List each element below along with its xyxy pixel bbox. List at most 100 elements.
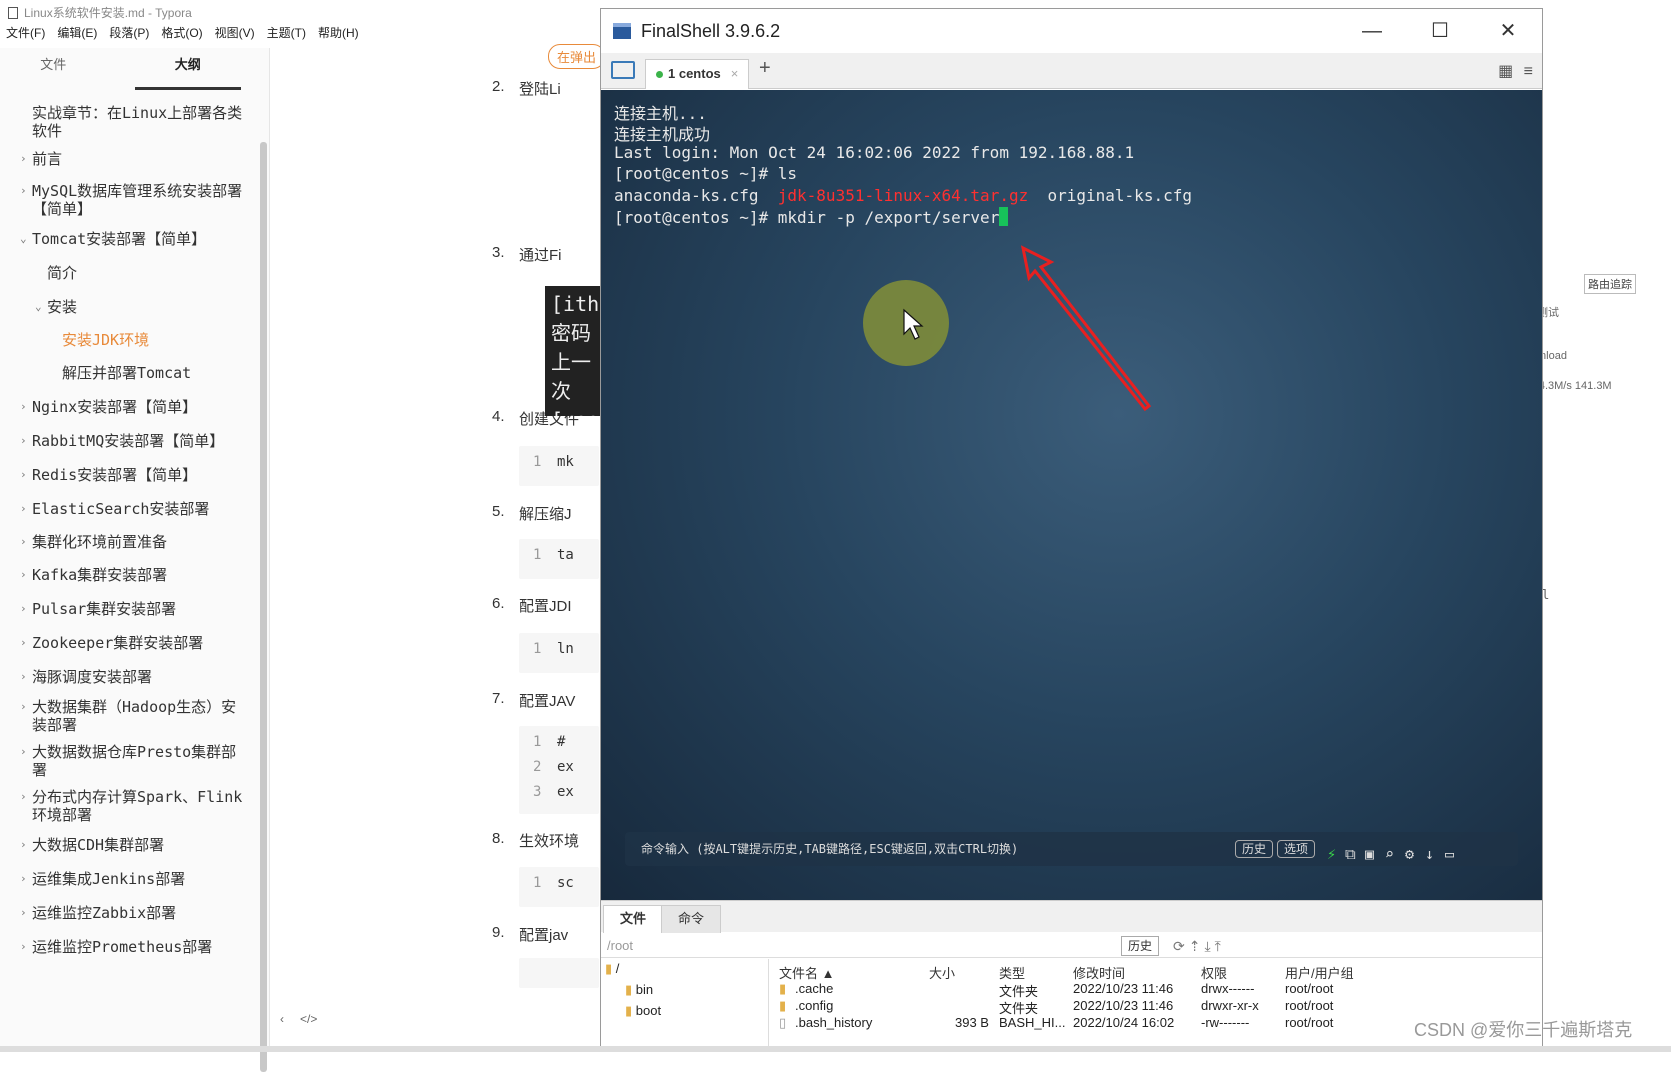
route-trace-button[interactable]: 路由追踪 (1584, 274, 1636, 294)
chevron-icon[interactable]: ⌄ (20, 230, 30, 248)
file-name[interactable]: .config (795, 998, 833, 1013)
collapse-sidebar-icon[interactable]: ‹ (280, 1012, 284, 1026)
copy-icon[interactable]: ⧉ (1345, 837, 1356, 871)
chevron-icon[interactable]: › (20, 836, 30, 854)
path-history-button[interactable]: 历史 (1121, 936, 1160, 956)
add-tab-icon[interactable]: + (759, 57, 771, 80)
folder-open-icon[interactable] (611, 61, 635, 79)
menu-view[interactable]: 视图(V) (215, 24, 255, 44)
code-text: ln (557, 641, 574, 657)
lightning-icon[interactable]: ⚡ (1327, 837, 1336, 871)
menu-edit[interactable]: 编辑(E) (57, 24, 97, 44)
typora-app-icon (8, 7, 18, 19)
tree-item[interactable]: ▮ bin (625, 982, 653, 998)
chevron-icon[interactable]: › (20, 938, 30, 956)
step-number: 2. (492, 78, 505, 95)
session-tab-label: 1 centos (668, 66, 721, 81)
search-icon[interactable]: ⌕ (1385, 837, 1394, 871)
chevron-icon[interactable]: › (20, 600, 30, 618)
path-toolbar-icons[interactable]: ⟳⇡⤓⤒ (1173, 934, 1225, 958)
file-name[interactable]: .bash_history (795, 1015, 872, 1030)
tab-commands-panel[interactable]: 命令 (661, 905, 722, 933)
maximize-button[interactable]: ☐ (1406, 9, 1474, 53)
options-button[interactable]: 选项 (1277, 840, 1316, 858)
source-mode-icon[interactable]: </> (300, 1012, 317, 1026)
command-input-bar[interactable]: 命令输入 (按ALT键提示历史,TAB键路径,ESC键返回,双击CTRL切换) … (625, 832, 1518, 866)
paste-icon[interactable]: ▣ (1365, 837, 1374, 871)
folder-icon: ▮ (625, 1003, 633, 1018)
chevron-icon[interactable]: › (20, 398, 30, 416)
chevron-icon[interactable]: › (20, 743, 30, 761)
code-block[interactable] (519, 958, 599, 988)
gear-icon[interactable]: ⚙ (1405, 837, 1414, 871)
mouse-pointer-icon (903, 308, 924, 340)
code-block[interactable]: 1 ln (519, 633, 599, 673)
window-icon[interactable]: ▭ (1445, 837, 1454, 871)
terminal[interactable]: 连接主机... 连接主机成功 Last login: Mon Oct 24 16… (601, 90, 1542, 900)
background-app-panel: 路由追踪 速测试 ownload % 4.3M/s 141.3M ell (1526, 270, 1671, 770)
close-button[interactable]: ✕ (1474, 9, 1542, 53)
chevron-icon[interactable]: › (20, 150, 30, 168)
chevron-icon[interactable]: › (20, 870, 30, 888)
path-input[interactable]: /root (607, 938, 633, 953)
column-owner[interactable]: 用户/用户组 (1285, 963, 1354, 982)
outline-label: 大数据数据仓库Presto集群部署 (32, 743, 237, 779)
code-text: ex (557, 759, 574, 775)
chevron-icon[interactable]: › (20, 668, 30, 686)
menu-format[interactable]: 格式(O) (161, 24, 202, 44)
folder-icon: ▮ (605, 961, 613, 976)
column-mtime[interactable]: 修改时间 (1073, 963, 1125, 982)
chevron-icon[interactable]: ⌄ (35, 298, 45, 316)
arrow-down-icon[interactable]: ↓ (1425, 837, 1434, 871)
chevron-icon[interactable]: › (20, 182, 30, 200)
chevron-icon[interactable]: › (20, 698, 30, 716)
chevron-icon[interactable]: › (20, 904, 30, 922)
code-block[interactable]: 1 sc (519, 867, 599, 907)
layout-toggle-icon[interactable]: ▦ ≡ (1498, 61, 1536, 81)
code-block[interactable]: 1 mk (519, 446, 599, 486)
menu-paragraph[interactable]: 段落(P) (109, 24, 149, 44)
tab-files[interactable]: 文件 (0, 48, 107, 90)
chevron-icon[interactable]: › (20, 533, 30, 551)
outline-label: 大数据CDH集群部署 (32, 836, 165, 854)
chevron-icon[interactable]: › (20, 500, 30, 518)
column-size[interactable]: 大小 (929, 963, 955, 982)
code-block[interactable]: 1 ta (519, 539, 599, 579)
column-permission[interactable]: 权限 (1201, 963, 1227, 982)
menu-help[interactable]: 帮助(H) (318, 24, 359, 44)
tab-files-panel[interactable]: 文件 (603, 905, 664, 933)
outline-label: 运维集成Jenkins部署 (32, 870, 186, 888)
minimize-button[interactable]: — (1338, 9, 1406, 53)
arrow-shape (1020, 245, 1152, 412)
tree-item[interactable]: ▮ boot (625, 1003, 661, 1019)
line-number: 1 (533, 454, 542, 470)
code-text: ta (557, 547, 574, 563)
chevron-icon[interactable]: › (20, 566, 30, 584)
sidebar-scrollbar[interactable] (260, 142, 267, 1072)
chevron-icon[interactable]: › (20, 634, 30, 652)
session-tab-centos[interactable]: 1 centos × (645, 59, 750, 89)
window-controls: — ☐ ✕ (1338, 9, 1542, 53)
column-type[interactable]: 类型 (999, 963, 1025, 982)
history-button[interactable]: 历史 (1235, 840, 1274, 858)
code-text: ex (557, 784, 574, 800)
menu-file[interactable]: 文件(F) (6, 24, 45, 44)
chevron-icon[interactable]: › (20, 432, 30, 450)
close-tab-icon[interactable]: × (731, 66, 739, 81)
line-number: 1 (533, 547, 542, 563)
taskbar (0, 1046, 1671, 1052)
line-number: 2 (533, 759, 542, 775)
code-block[interactable]: 1 #2 ex 3 ex (519, 726, 599, 814)
file-mtime: 2022/10/24 16:02 (1073, 1015, 1175, 1030)
menu-theme[interactable]: 主题(T) (267, 24, 306, 44)
line-number: 3 (533, 784, 542, 800)
sidebar-footer: ‹ </> (280, 1012, 317, 1026)
chevron-icon[interactable]: › (20, 466, 30, 484)
tree-item[interactable]: ▮ / (605, 961, 619, 977)
tab-outline[interactable]: 大纲 (134, 48, 241, 90)
column-name[interactable]: 文件名 ▲ (779, 963, 834, 982)
file-name[interactable]: .cache (795, 981, 833, 996)
step-text: 登陆Li (519, 81, 561, 98)
chevron-icon[interactable]: › (20, 788, 30, 806)
doc-highlight-pill: 在弹出 (548, 44, 606, 69)
